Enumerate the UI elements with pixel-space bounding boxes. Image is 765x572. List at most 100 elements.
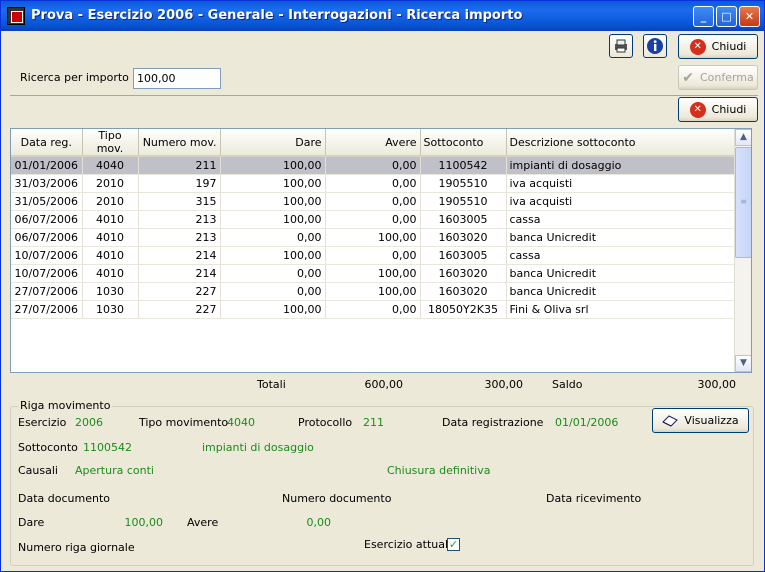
- saldo-value: 300,00: [697, 378, 737, 391]
- table-row[interactable]: 27/07/2006 1030 227 0,00 100,00 1603020 …: [11, 282, 735, 301]
- cell-tipo-mov: 1030: [82, 282, 139, 301]
- cell-sottoconto: 1905510: [420, 192, 507, 211]
- confirm-button[interactable]: ✔ Conferma: [678, 65, 758, 90]
- cell-sottoconto: 18050Y2K35: [420, 300, 507, 319]
- cell-avere: 0,00: [325, 156, 421, 175]
- cell-dare: 100,00: [220, 192, 326, 211]
- table-row[interactable]: 31/03/2006 2010 197 100,00 0,00 1905510 …: [11, 174, 735, 193]
- protocollo-label: Protocollo: [298, 416, 353, 429]
- close-button-top[interactable]: ✕ Chiudi: [678, 34, 758, 59]
- cell-descrizione: cassa: [506, 246, 735, 265]
- close-circle-icon: ✕: [689, 101, 706, 118]
- table-row[interactable]: 27/07/2006 1030 227 100,00 0,00 18050Y2K…: [11, 300, 735, 319]
- table-row[interactable]: 06/07/2006 4010 213 100,00 0,00 1603005 …: [11, 210, 735, 229]
- esercizio-attuale-label: Esercizio attuale: [364, 538, 455, 551]
- cell-descrizione: cassa: [506, 210, 735, 229]
- scroll-up-arrow-icon[interactable]: ▲: [735, 129, 751, 146]
- scroll-down-arrow-icon[interactable]: ▼: [735, 355, 751, 372]
- numero-riga-giornale-label: Numero riga giornale: [18, 541, 135, 554]
- cell-tipo-mov: 4010: [82, 210, 139, 229]
- cell-numero-mov: 214: [138, 264, 221, 283]
- header-tipo-mov[interactable]: Tipo mov.: [82, 129, 139, 157]
- header-sottoconto[interactable]: Sottoconto: [420, 129, 507, 157]
- info-button[interactable]: [643, 34, 667, 58]
- cell-descrizione: iva acquisti: [506, 192, 735, 211]
- table-row[interactable]: 10/07/2006 4010 214 0,00 100,00 1603020 …: [11, 264, 735, 283]
- esercizio-attuale-checkbox[interactable]: ✓: [447, 538, 460, 551]
- avere-value: 0,00: [306, 516, 332, 529]
- header-numero-mov[interactable]: Numero mov.: [138, 129, 221, 157]
- cell-sottoconto: 1603005: [420, 246, 507, 265]
- cell-sottoconto: 1603005: [420, 210, 507, 229]
- print-button[interactable]: [609, 34, 633, 58]
- close-window-button[interactable]: ✕: [739, 6, 760, 27]
- table-row[interactable]: 10/07/2006 4010 214 100,00 0,00 1603005 …: [11, 246, 735, 265]
- movements-grid[interactable]: Data reg. Tipo mov. Numero mov. Dare Ave…: [10, 128, 752, 373]
- cell-data-reg: 06/07/2006: [11, 228, 83, 247]
- saldo-label: Saldo: [552, 378, 583, 391]
- sottoconto-value: 1100542: [83, 441, 132, 454]
- cell-tipo-mov: 4010: [82, 228, 139, 247]
- close-button-grid[interactable]: ✕ Chiudi: [678, 97, 758, 122]
- cell-avere: 100,00: [325, 228, 421, 247]
- cell-descrizione: iva acquisti: [506, 174, 735, 193]
- causale-1-value: Apertura conti: [75, 464, 154, 477]
- cell-numero-mov: 227: [138, 282, 221, 301]
- cell-descrizione: impianti di dosaggio: [506, 156, 735, 175]
- title-bar[interactable]: Prova - Esercizio 2006 - Generale - Inte…: [1, 1, 764, 31]
- cell-data-reg: 06/07/2006: [11, 210, 83, 229]
- cell-avere: 0,00: [325, 246, 421, 265]
- header-dare[interactable]: Dare: [220, 129, 326, 157]
- scroll-thumb[interactable]: ≡: [735, 147, 751, 258]
- cell-descrizione: banca Unicredit: [506, 282, 735, 301]
- numero-documento-label: Numero documento: [282, 492, 392, 505]
- header-avere[interactable]: Avere: [325, 129, 421, 157]
- cell-sottoconto: 1603020: [420, 282, 507, 301]
- cell-dare: 100,00: [220, 210, 326, 229]
- table-row[interactable]: 01/01/2006 4040 211 100,00 0,00 1100542 …: [11, 156, 735, 175]
- checkmark-icon: ✔: [682, 69, 694, 86]
- cell-data-reg: 10/07/2006: [11, 264, 83, 283]
- maximize-button[interactable]: □: [716, 6, 737, 27]
- cell-avere: 0,00: [325, 174, 421, 193]
- vertical-scrollbar[interactable]: ▲ ≡ ▼: [734, 129, 751, 372]
- table-row[interactable]: 31/05/2006 2010 315 100,00 0,00 1905510 …: [11, 192, 735, 211]
- eraser-icon: [662, 414, 679, 427]
- header-descrizione[interactable]: Descrizione sottoconto: [506, 129, 735, 157]
- cell-tipo-mov: 1030: [82, 300, 139, 319]
- protocollo-value: 211: [363, 416, 384, 429]
- cell-avere: 100,00: [325, 264, 421, 283]
- close-button-label: Chiudi: [711, 40, 747, 53]
- visualizza-button[interactable]: Visualizza: [652, 408, 749, 433]
- cell-sottoconto: 1603020: [420, 228, 507, 247]
- table-row[interactable]: 06/07/2006 4010 213 0,00 100,00 1603020 …: [11, 228, 735, 247]
- cell-tipo-mov: 2010: [82, 192, 139, 211]
- movements-table: Data reg. Tipo mov. Numero mov. Dare Ave…: [11, 129, 735, 319]
- cell-sottoconto: 1100542: [420, 156, 507, 175]
- confirm-button-label: Conferma: [699, 71, 754, 84]
- data-registrazione-label: Data registrazione: [442, 416, 544, 429]
- cell-avere: 0,00: [325, 192, 421, 211]
- cell-tipo-mov: 2010: [82, 174, 139, 193]
- cell-numero-mov: 227: [138, 300, 221, 319]
- cell-avere: 100,00: [325, 282, 421, 301]
- causale-2-value: Chiusura definitiva: [387, 464, 491, 477]
- avere-label: Avere: [187, 516, 219, 529]
- info-icon: [647, 38, 663, 54]
- cell-dare: 0,00: [220, 282, 326, 301]
- cell-data-reg: 01/01/2006: [11, 156, 83, 175]
- group-title: Riga movimento: [18, 399, 113, 412]
- cell-tipo-mov: 4040: [82, 156, 139, 175]
- cell-data-reg: 31/05/2006: [11, 192, 83, 211]
- cell-data-reg: 31/03/2006: [11, 174, 83, 193]
- cell-sottoconto: 1603020: [420, 264, 507, 283]
- minimize-button[interactable]: _: [693, 6, 714, 27]
- totals-dare: 600,00: [364, 378, 404, 391]
- cell-dare: 100,00: [220, 300, 326, 319]
- search-amount-input[interactable]: 100,00: [133, 68, 221, 89]
- sottoconto-label: Sottoconto: [18, 441, 78, 454]
- totals-avere: 300,00: [484, 378, 524, 391]
- tipo-movimento-label: Tipo movimento: [139, 416, 229, 429]
- header-data-reg[interactable]: Data reg.: [11, 129, 83, 157]
- sottoconto-description: impianti di dosaggio: [202, 441, 314, 454]
